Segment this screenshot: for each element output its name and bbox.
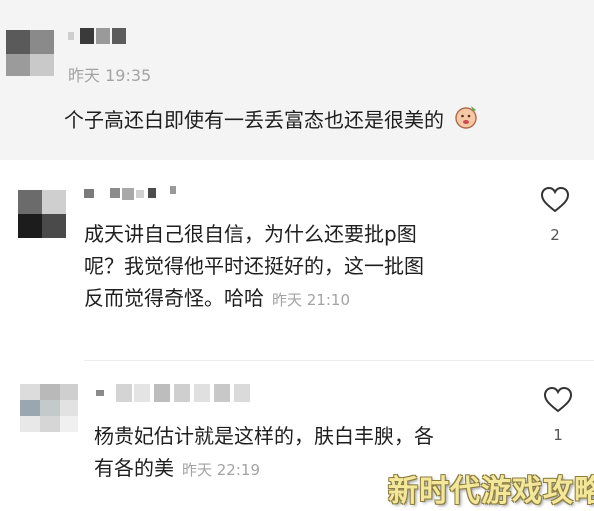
comment-timestamp: 昨天 21:10 xyxy=(272,291,350,309)
divider xyxy=(84,360,594,361)
comment-line-text: 有各的美 xyxy=(94,456,174,480)
comment-line: 反而觉得奇怪。哈哈 昨天 21:10 xyxy=(84,282,504,316)
post-content-text: 个子高还白即使有一丢丢富态也还是很美的 xyxy=(64,108,444,132)
comment-line-text: 反而觉得奇怪。哈哈 xyxy=(84,286,264,310)
avatar[interactable] xyxy=(20,384,78,432)
avatar[interactable] xyxy=(6,30,54,76)
comment-timestamp: 昨天 22:19 xyxy=(182,461,260,479)
heart-icon xyxy=(543,386,573,413)
heart-icon xyxy=(540,186,570,213)
username[interactable] xyxy=(84,186,180,200)
comment-content: 成天讲自己很自信，为什么还要批p图 呢？我觉得他平时还挺好的，这一批图 反而觉得… xyxy=(84,218,504,316)
face-with-hand-emoji-icon xyxy=(454,104,480,139)
post-content: 个子高还白即使有一丢丢富态也还是很美的 xyxy=(64,104,480,139)
comment-line: 成天讲自己很自信，为什么还要批p图 xyxy=(84,222,417,246)
like-button[interactable] xyxy=(540,186,570,218)
post-timestamp: 昨天 19:35 xyxy=(68,66,152,85)
comment-line: 杨贵妃估计就是这样的，肤白丰腴，各 xyxy=(94,424,434,448)
comment-line: 呢？我觉得他平时还挺好的，这一批图 xyxy=(84,254,424,278)
username[interactable] xyxy=(96,384,264,402)
avatar[interactable] xyxy=(18,190,66,238)
like-count: 1 xyxy=(553,426,563,444)
like-count: 2 xyxy=(550,226,560,244)
watermark: 新时代游戏攻略 xyxy=(388,474,594,509)
username[interactable] xyxy=(68,28,130,44)
like-button[interactable] xyxy=(543,386,573,418)
